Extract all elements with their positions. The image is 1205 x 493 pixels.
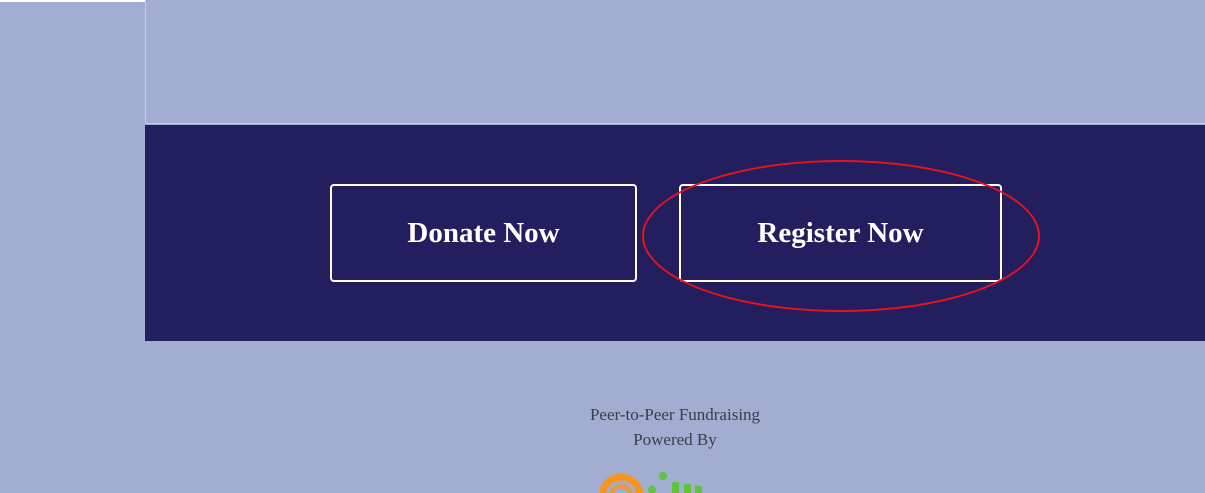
footer-line-2: Powered By — [633, 430, 717, 449]
footer-line-1: Peer-to-Peer Fundraising — [589, 405, 761, 424]
footer-text: Peer-to-Peer Fundraising Powered By — [475, 402, 875, 452]
top-panel — [145, 0, 1205, 124]
donate-now-label: Donate Now — [407, 216, 560, 249]
register-now-button[interactable]: Register Now — [679, 184, 1002, 282]
donate-now-button[interactable]: Donate Now — [330, 184, 637, 282]
powered-by-logo-icon[interactable] — [600, 468, 760, 493]
cta-band: Donate Now Register Now — [145, 125, 1205, 341]
register-now-label: Register Now — [757, 216, 924, 249]
